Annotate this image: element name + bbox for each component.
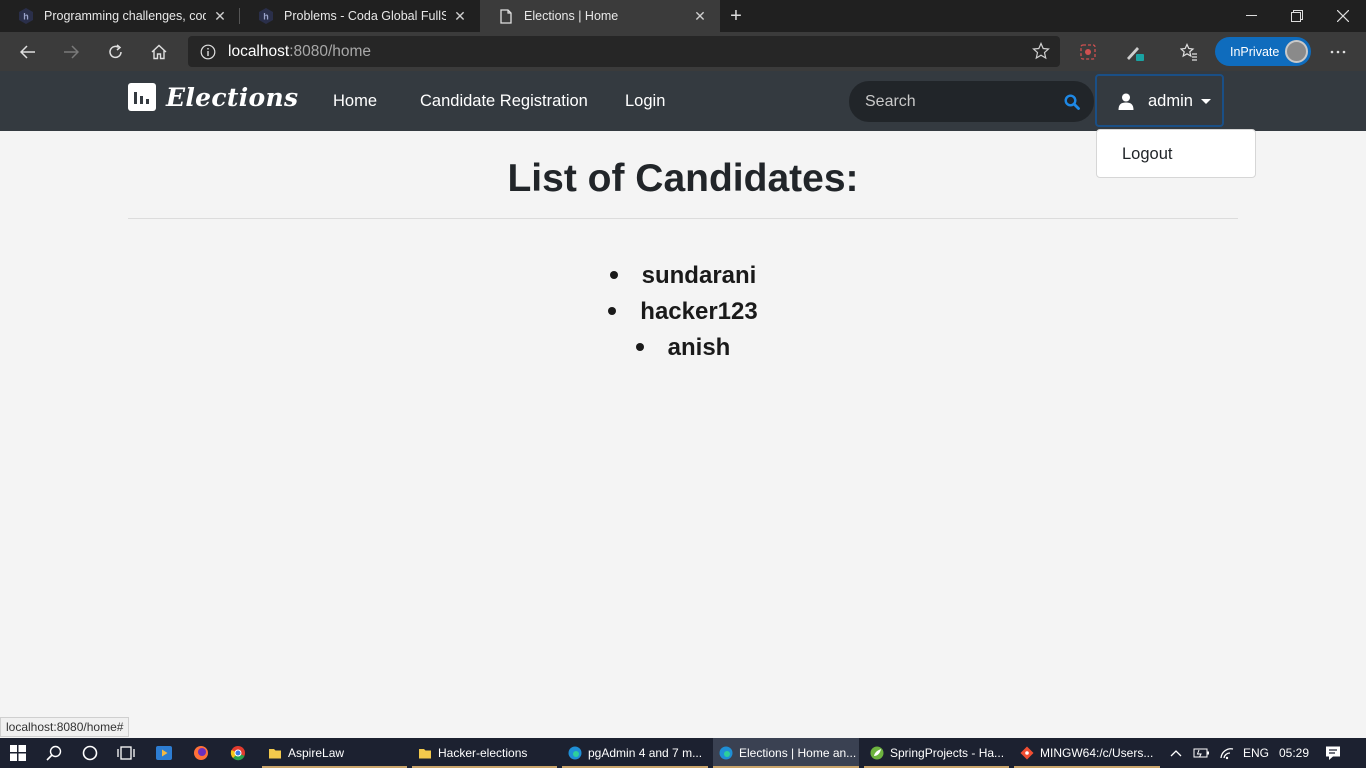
task-view-icon[interactable]: [108, 738, 144, 768]
home-icon[interactable]: [143, 36, 175, 68]
wifi-icon[interactable]: [1219, 738, 1235, 768]
hackerrank-icon: h: [258, 8, 274, 24]
taskbar-app-label: Hacker-elections: [438, 746, 528, 760]
tab-close-icon[interactable]: ✕: [452, 8, 468, 25]
taskbar-app-label: Elections | Home an...: [739, 746, 857, 760]
minimize-icon[interactable]: [1228, 0, 1274, 32]
edge-icon: [719, 746, 733, 760]
taskbar-app-hacker-elections[interactable]: Hacker-elections: [412, 738, 557, 768]
svg-text:h: h: [263, 12, 269, 22]
site-navbar: Elections Home Candidate Registration Lo…: [0, 71, 1366, 131]
taskbar-app-elections-home[interactable]: Elections | Home an...: [713, 738, 859, 768]
candidate-list: sundarani hacker123 anish: [0, 258, 1366, 366]
bullet: [608, 306, 617, 315]
tab-close-icon[interactable]: ✕: [692, 8, 708, 25]
search-icon[interactable]: [36, 738, 72, 768]
svg-text:h: h: [23, 12, 29, 22]
site-info-icon[interactable]: [188, 44, 228, 60]
search-input[interactable]: [865, 91, 1055, 113]
favorite-star-icon[interactable]: [1032, 42, 1050, 65]
language-indicator[interactable]: ENG: [1243, 738, 1269, 768]
browser-toolbar: localhost:8080/home InPrivate: [0, 32, 1366, 71]
profile-avatar: [1285, 40, 1308, 63]
favorites-icon[interactable]: [1173, 36, 1205, 68]
browser-tab-hackerrank[interactable]: h Programming challenges, coding ✕: [0, 0, 240, 32]
nav-link-candidate-registration[interactable]: Candidate Registration: [420, 92, 588, 111]
taskbar-app-springprojects[interactable]: SpringProjects - Ha...: [864, 738, 1009, 768]
browser-tab-problems[interactable]: h Problems - Coda Global FullStack ✕: [240, 0, 480, 32]
tab-title: Elections | Home: [524, 9, 619, 23]
notifications-icon[interactable]: [1325, 738, 1341, 768]
inprivate-button[interactable]: InPrivate: [1215, 37, 1311, 66]
hackerrank-icon: h: [18, 8, 34, 24]
page-title: List of Candidates:: [507, 157, 859, 200]
edge-icon: [568, 746, 582, 760]
battery-icon[interactable]: [1193, 738, 1211, 768]
candidate-name: hacker123: [640, 298, 758, 325]
url-path: :8080/home: [289, 42, 372, 60]
git-icon: [1020, 746, 1034, 760]
clock-time[interactable]: 05:29: [1279, 738, 1309, 768]
browser-tab-strip: h Programming challenges, coding ✕ h Pro…: [0, 0, 1366, 32]
candidate-item: hacker123: [0, 294, 1366, 330]
taskbar-app-label: AspireLaw: [288, 746, 345, 760]
user-name: admin: [1148, 92, 1193, 110]
bullet: [635, 342, 644, 351]
browser-status-url: localhost:8080/home#: [0, 717, 130, 737]
close-window-icon[interactable]: [1320, 0, 1366, 32]
bullet: [609, 270, 618, 279]
taskbar-app-label: pgAdmin 4 and 7 m...: [588, 746, 703, 760]
chrome-icon[interactable]: [220, 738, 256, 768]
cortana-icon[interactable]: [72, 738, 108, 768]
more-options-icon[interactable]: [1322, 36, 1354, 68]
folder-icon: [269, 749, 281, 759]
tab-close-icon[interactable]: ✕: [212, 8, 228, 25]
address-bar[interactable]: localhost:8080/home: [188, 36, 1060, 67]
url-host: localhost: [228, 42, 290, 60]
screen-capture-icon[interactable]: [1072, 36, 1104, 68]
forward-icon[interactable]: [55, 36, 87, 68]
firefox-icon[interactable]: [183, 738, 219, 768]
candidate-name: sundarani: [641, 262, 757, 289]
restore-icon[interactable]: [1274, 0, 1320, 32]
taskbar-app-mingw64[interactable]: MINGW64:/c/Users...: [1014, 738, 1160, 768]
extension-pen-icon[interactable]: [1118, 36, 1150, 68]
user-icon: [1118, 93, 1134, 115]
spring-icon: [870, 746, 884, 760]
back-icon[interactable]: [12, 36, 44, 68]
address-url: localhost:8080/home: [228, 43, 371, 61]
tab-title: Programming challenges, coding: [44, 9, 206, 23]
candidate-item: sundarani: [0, 258, 1366, 294]
brand-chart-icon[interactable]: [128, 83, 156, 111]
taskbar-app-label: SpringProjects - Ha...: [890, 746, 1005, 760]
media-player-icon[interactable]: [146, 738, 182, 768]
inprivate-label: InPrivate: [1230, 44, 1280, 59]
nav-link-home[interactable]: Home: [333, 92, 377, 111]
candidate-name: anish: [667, 334, 731, 361]
divider: [128, 218, 1238, 219]
search-box: [849, 81, 1094, 122]
browser-tab-elections[interactable]: Elections | Home ✕: [480, 0, 720, 32]
candidate-item: anish: [0, 330, 1366, 366]
taskbar: AspireLaw Hacker-elections pgAdmin 4 and…: [0, 738, 1366, 768]
tab-title: Problems - Coda Global FullStack: [284, 9, 446, 23]
refresh-icon[interactable]: [100, 36, 132, 68]
brand-name[interactable]: Elections: [166, 83, 298, 112]
show-hidden-icons-icon[interactable]: [1170, 738, 1182, 768]
new-tab-icon[interactable]: +: [720, 0, 752, 32]
taskbar-app-label: MINGW64:/c/Users...: [1040, 746, 1154, 760]
page-icon: [498, 8, 514, 24]
windows-start-icon[interactable]: [0, 738, 36, 768]
taskbar-app-aspirelaw[interactable]: AspireLaw: [262, 738, 407, 768]
folder-icon: [419, 749, 431, 759]
search-icon[interactable]: [1064, 94, 1080, 115]
caret-down-icon: [1201, 99, 1211, 104]
nav-link-login[interactable]: Login: [625, 92, 665, 111]
user-menu-button[interactable]: admin: [1095, 74, 1224, 127]
taskbar-app-pgadmin[interactable]: pgAdmin 4 and 7 m...: [562, 738, 708, 768]
